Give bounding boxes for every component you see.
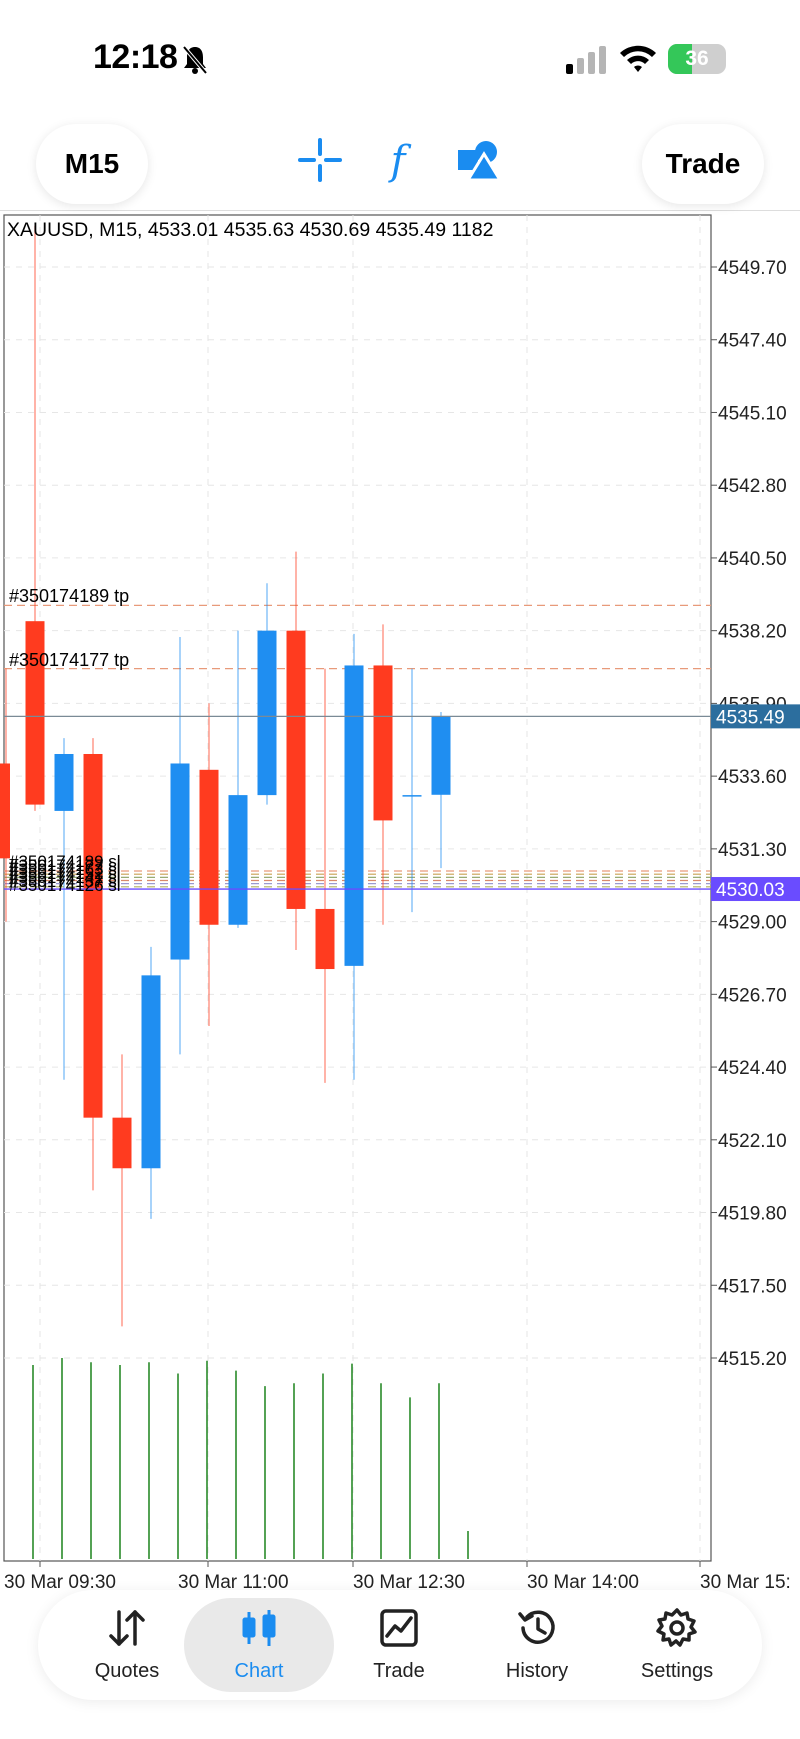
bearish-candle — [373, 624, 393, 925]
candle-body — [286, 630, 306, 909]
price-label: 4547.40 — [718, 331, 787, 352]
bearish-candle — [286, 551, 306, 951]
nav-label: History — [505, 1660, 569, 1682]
trade-button-label: Trade — [665, 148, 741, 179]
bullish-candle — [431, 711, 451, 869]
trade-icon — [380, 1609, 418, 1647]
price-label: 4549.70 — [718, 258, 787, 279]
bullish-candle — [344, 633, 364, 1080]
candle-body — [373, 665, 393, 821]
time-label: 30 Mar 12:30 — [353, 1572, 465, 1591]
candle-body — [257, 630, 277, 796]
quotes-icon — [109, 1610, 145, 1646]
bearish-candle — [83, 738, 103, 1191]
chart-canvas[interactable]: 4549.70 4547.40 4545.10 4542.80 4540.50 4538.… — [0, 211, 800, 1591]
bearish-candle — [25, 225, 45, 811]
timeframe-label: M15 — [64, 148, 120, 179]
nav-chart[interactable]: Chart — [184, 1598, 334, 1692]
position-price-label: 4530.03 — [716, 880, 785, 901]
bullish-candle — [170, 636, 190, 1055]
chart-title: XAUUSD, M15, 4533.01 4535.63 4530.69 453… — [7, 219, 494, 241]
price-label: 4540.50 — [718, 549, 787, 570]
nav-settings[interactable]: Settings — [602, 1598, 752, 1692]
candle-body — [141, 975, 161, 1169]
candle-body — [431, 716, 451, 795]
candle-body — [199, 769, 219, 925]
candle-body — [112, 1117, 132, 1169]
status-time: 12:18 — [93, 38, 178, 76]
svg-text:f: f — [388, 138, 412, 184]
price-label: 4515.20 — [718, 1349, 787, 1370]
price-label: 4533.60 — [718, 767, 787, 788]
candle-body — [54, 753, 74, 811]
time-label: 30 Mar 09:30 — [4, 1572, 116, 1591]
bullish-candle — [402, 668, 422, 913]
bullish-candle — [141, 946, 161, 1219]
price-label: 4517.50 — [718, 1276, 787, 1297]
bottom-navigation: Quotes Chart Trade History Settings — [38, 1590, 762, 1700]
crosshair-icon[interactable] — [294, 134, 346, 186]
time-label: 30 Mar 15: — [700, 1572, 791, 1591]
price-label: 4519.80 — [718, 1204, 787, 1225]
candle-body — [25, 621, 45, 805]
candle-body — [402, 795, 422, 797]
wifi-icon — [620, 45, 656, 72]
order-tp-label: #350174189 tp — [9, 586, 130, 606]
bearish-candle — [199, 703, 219, 1026]
price-label: 4526.70 — [718, 985, 787, 1006]
price-label: 4531.30 — [718, 840, 787, 861]
price-label: 4542.80 — [718, 476, 787, 497]
price-label: 4529.00 — [718, 913, 787, 934]
bullish-candle — [54, 738, 74, 1080]
candle-body — [170, 763, 190, 960]
cellular-signal-icon — [566, 46, 606, 74]
price-chart[interactable]: 4549.70 4547.40 4545.10 4542.80 4540.50 4538.… — [0, 211, 800, 1591]
nav-trade[interactable]: Trade — [324, 1598, 474, 1692]
price-label: 4522.10 — [718, 1131, 787, 1152]
bell-muted-icon — [182, 45, 208, 75]
history-icon — [518, 1610, 555, 1644]
chart-candles-icon — [242, 1610, 276, 1646]
candle-body — [83, 753, 103, 1118]
bid-price-label: 4535.49 — [716, 707, 785, 728]
price-label: 4545.10 — [718, 403, 787, 424]
time-label: 30 Mar 11:00 — [178, 1572, 289, 1591]
nav-label: Trade — [373, 1660, 425, 1682]
price-label: 4524.40 — [718, 1058, 787, 1079]
order-sl-label: #350174126 sl — [9, 876, 121, 895]
nav-quotes[interactable]: Quotes — [52, 1598, 202, 1692]
bearish-candle — [315, 668, 335, 1083]
bullish-candle — [228, 630, 248, 928]
objects-icon[interactable] — [452, 134, 504, 186]
bullish-candle — [257, 583, 277, 805]
candle-body — [344, 665, 364, 966]
nav-label: Settings — [640, 1660, 714, 1682]
chart-toolbar: M15 f Trade — [0, 110, 800, 211]
nav-history[interactable]: History — [462, 1598, 612, 1692]
candle-body — [0, 763, 10, 859]
battery-level: 36 — [685, 47, 709, 70]
trade-button[interactable]: Trade — [642, 124, 764, 204]
nav-label: Chart — [234, 1660, 284, 1682]
nav-label: Quotes — [94, 1660, 160, 1682]
timeframe-button[interactable]: M15 — [36, 124, 148, 204]
price-label: 4538.20 — [718, 622, 787, 643]
status-bar: 12:18 36 — [0, 0, 800, 110]
time-label: 30 Mar 14:00 — [527, 1572, 639, 1591]
candle-body — [228, 795, 248, 925]
candle-body — [315, 908, 335, 970]
order-tp-label: #350174177 tp — [9, 650, 130, 670]
battery-icon: 36 — [668, 44, 726, 74]
settings-icon — [656, 1608, 697, 1647]
function-icon[interactable]: f — [372, 134, 424, 186]
